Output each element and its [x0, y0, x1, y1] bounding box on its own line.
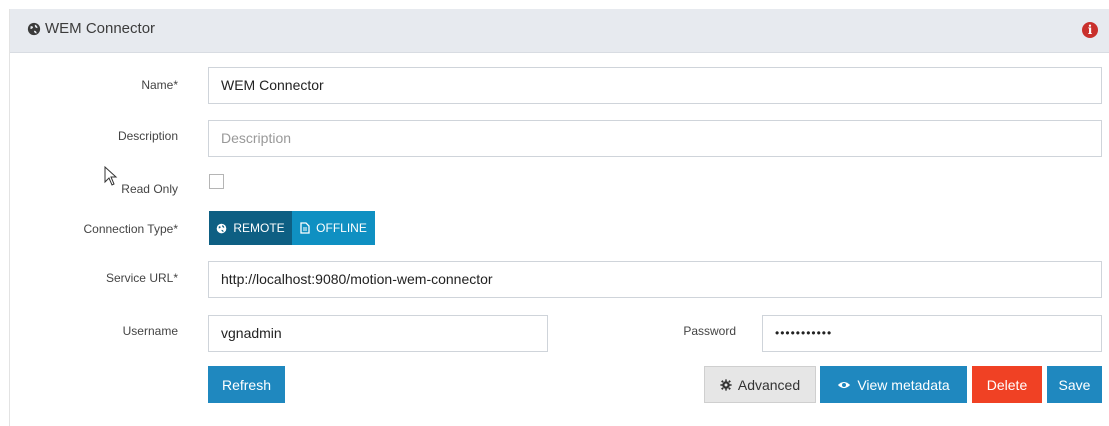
service-url-input[interactable]: http://localhost:9080/motion-wem-connect… — [208, 261, 1102, 298]
delete-button[interactable]: Delete — [972, 366, 1042, 403]
globe-icon — [217, 223, 227, 233]
name-input[interactable]: WEM Connector — [208, 67, 1102, 104]
read-only-label: Read Only — [121, 182, 178, 196]
panel-title-text: WEM Connector — [45, 20, 156, 37]
read-only-checkbox[interactable] — [209, 174, 224, 189]
service-url-label: Service URL* — [105, 271, 178, 285]
advanced-button[interactable]: Advanced — [704, 366, 816, 403]
password-label: Password — [683, 324, 736, 338]
panel-header: WEM Connector i — [10, 9, 1109, 53]
advanced-label: Advanced — [737, 376, 801, 393]
username-input[interactable]: vgnadmin — [208, 315, 548, 352]
description-label: Description — [117, 129, 178, 143]
connection-type-offline-button[interactable]: OFFLINE — [292, 211, 375, 245]
name-label: Name* — [141, 78, 178, 92]
remote-label: REMOTE — [233, 221, 285, 235]
username-label: Username — [122, 324, 178, 338]
refresh-button[interactable]: Refresh — [208, 366, 285, 403]
save-button[interactable]: Save — [1047, 366, 1102, 403]
gear-icon — [720, 378, 732, 391]
connection-type-label: Connection Type* — [83, 222, 178, 236]
eye-icon — [838, 381, 851, 388]
offline-label: OFFLINE — [316, 221, 367, 235]
description-input[interactable]: Description — [208, 120, 1102, 157]
connection-type-remote-button[interactable]: REMOTE — [209, 211, 292, 245]
info-circle-icon[interactable]: i — [1082, 22, 1098, 38]
globe-icon — [27, 22, 41, 35]
panel-title: WEM Connector — [27, 20, 155, 37]
password-input[interactable]: ••••••••••• — [762, 315, 1102, 352]
view-metadata-button[interactable]: View metadata — [820, 366, 967, 403]
file-icon — [300, 222, 310, 234]
view-metadata-label: View metadata — [857, 376, 950, 393]
